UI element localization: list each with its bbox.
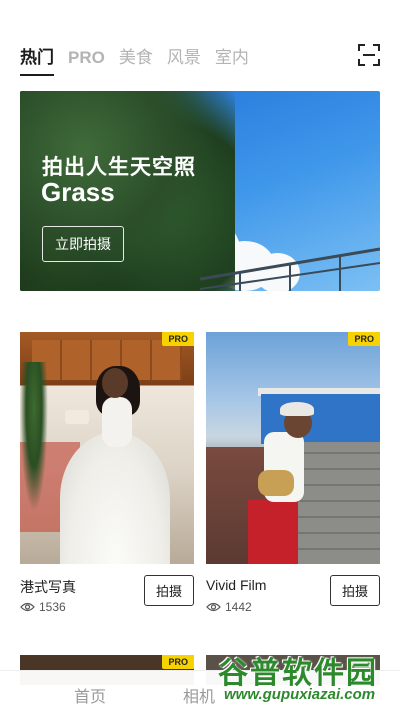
photo-bag — [258, 470, 294, 496]
photo-dress — [60, 432, 170, 564]
tab-food[interactable]: 美食 — [119, 48, 153, 76]
promo-banner[interactable]: 拍出人生天空照 Grass 立即拍摄 — [20, 91, 380, 291]
filter-card[interactable]: PRO 港式写真 1536 拍摄 — [20, 332, 194, 614]
view-count-value: 1442 — [225, 600, 252, 614]
photo-torso — [102, 397, 132, 447]
filter-name: Vivid Film — [206, 577, 267, 593]
category-tabs: 热门 PRO 美食 风景 室内 — [20, 40, 263, 76]
tab-hot[interactable]: 热门 — [20, 48, 54, 76]
photo-cake — [65, 410, 89, 424]
nav-home[interactable]: 首页 — [74, 683, 106, 707]
nav-camera[interactable]: 相机 — [183, 683, 215, 707]
scan-frame-icon[interactable] — [358, 44, 380, 66]
eye-icon — [20, 602, 35, 612]
eye-icon — [206, 602, 221, 612]
filter-preview-image[interactable]: PRO — [206, 332, 380, 564]
banner-subtitle: Grass — [41, 177, 115, 207]
tab-pro[interactable]: PRO — [68, 48, 105, 76]
railing — [200, 247, 380, 291]
filter-name: 港式写真 — [20, 579, 76, 595]
shoot-button[interactable]: 拍摄 — [144, 575, 194, 606]
pro-badge: PRO — [162, 655, 194, 669]
photo-plant — [20, 362, 48, 512]
shoot-button[interactable]: 拍摄 — [330, 575, 380, 606]
view-count: 1442 — [206, 600, 252, 614]
tab-scenery[interactable]: 风景 — [167, 48, 201, 76]
pro-badge: PRO — [162, 332, 194, 346]
filter-preview-image[interactable]: PRO — [20, 332, 194, 564]
filter-card[interactable]: PRO Vivid Film 1442 拍摄 — [206, 332, 380, 614]
pro-badge: PRO — [348, 332, 380, 346]
tab-indoor[interactable]: 室内 — [215, 48, 249, 76]
photo-skirt — [248, 500, 298, 564]
shoot-now-button[interactable]: 立即拍摄 — [42, 226, 124, 262]
photo-face — [102, 368, 128, 398]
view-count: 1536 — [20, 600, 66, 614]
watermark-url: www.gupuxiazai.com — [224, 686, 376, 703]
view-count-value: 1536 — [39, 600, 66, 614]
photo-hat — [280, 402, 314, 416]
watermark: 谷普软件园 www.gupuxiazai.com — [218, 648, 398, 708]
